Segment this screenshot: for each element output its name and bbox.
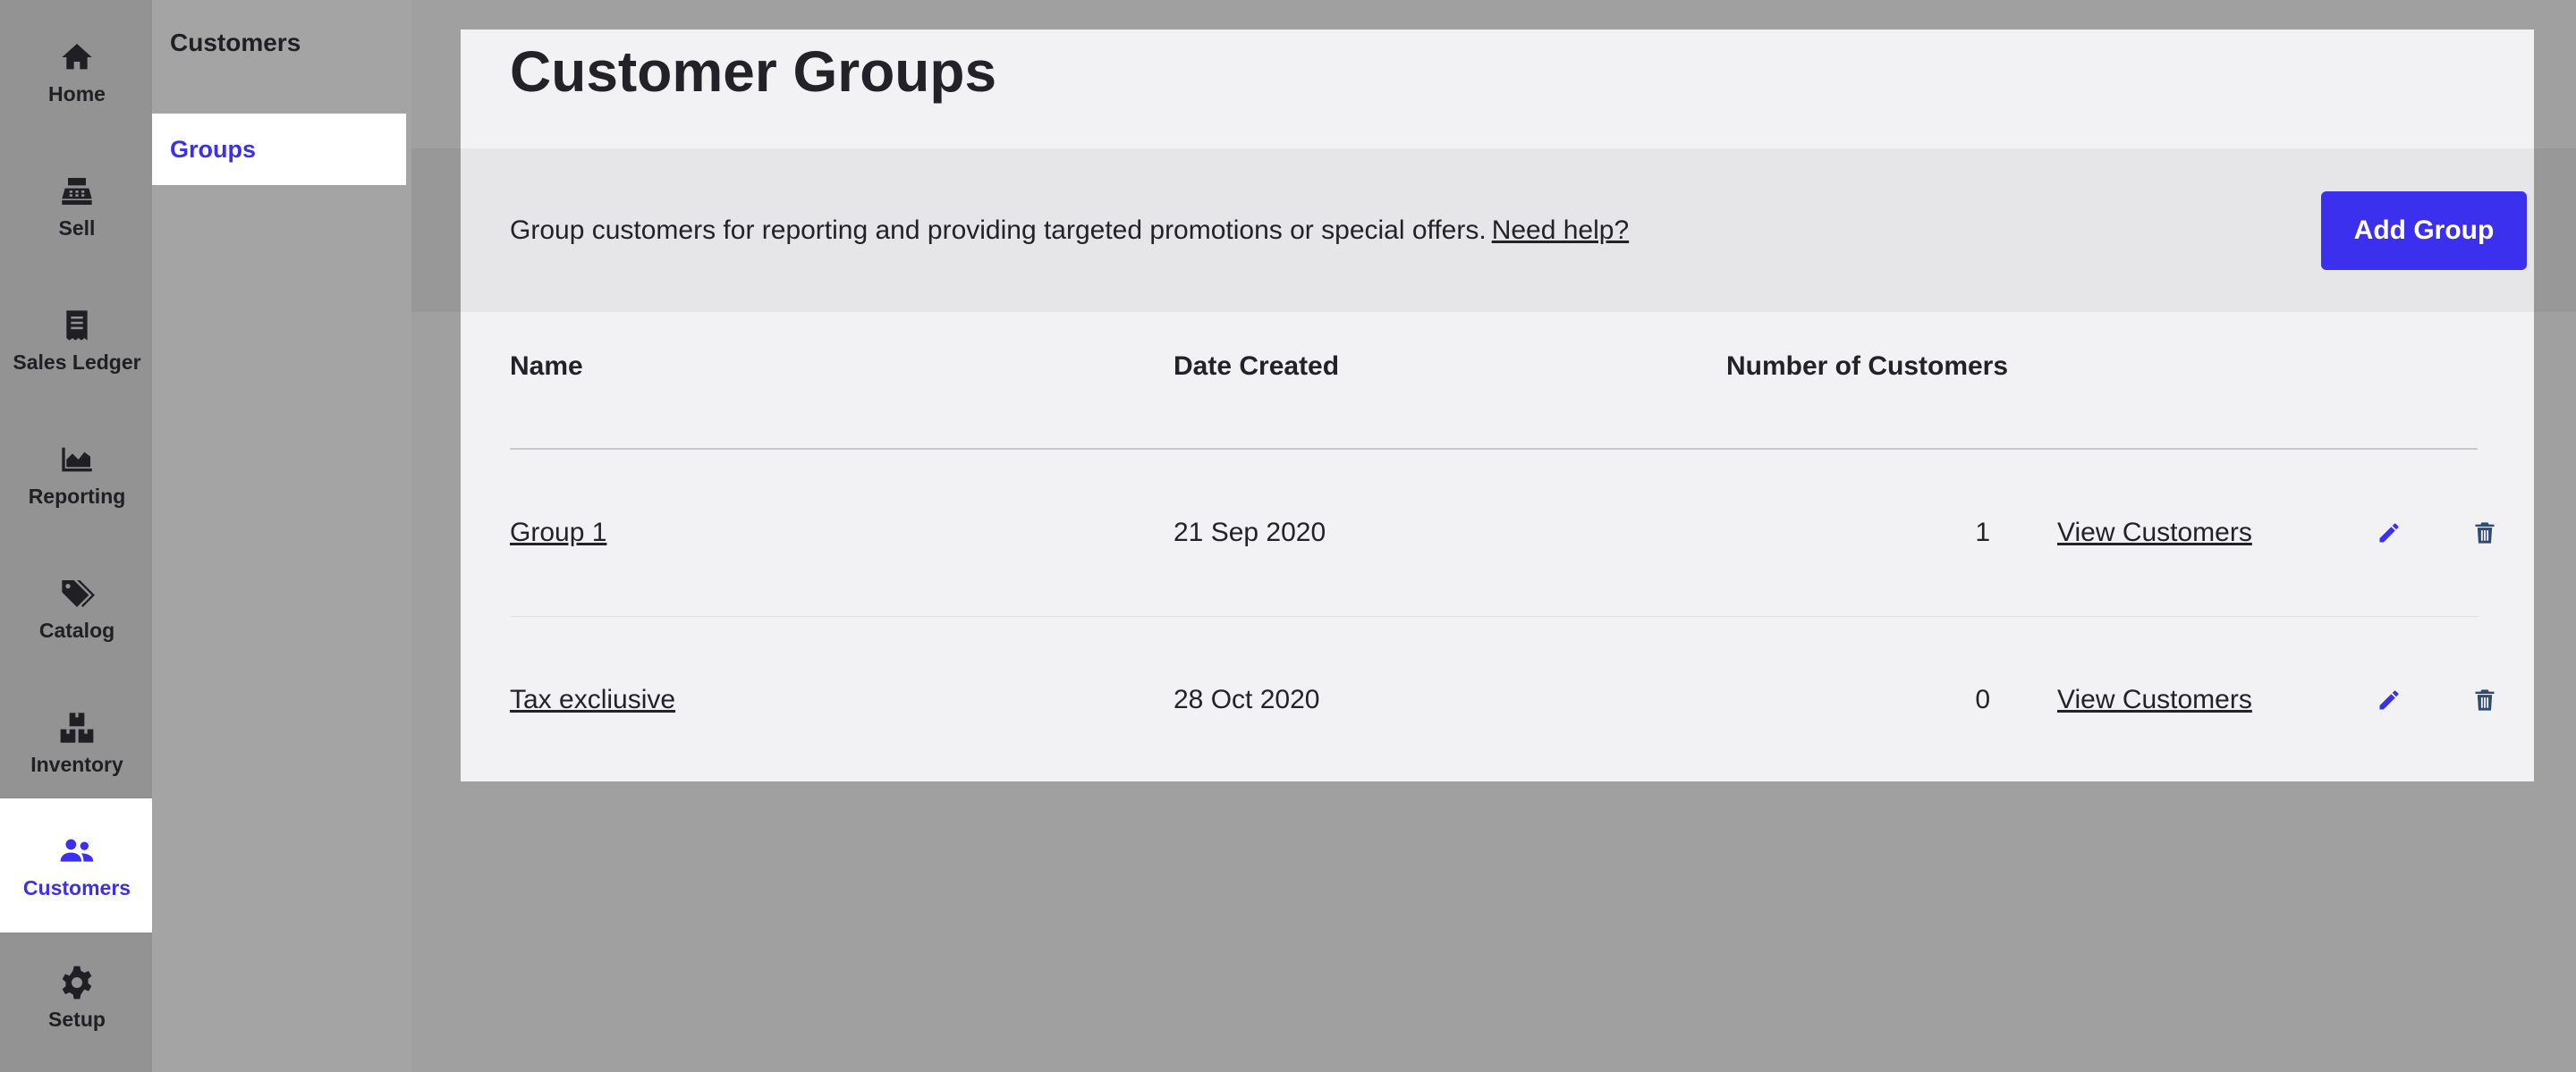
column-header-number-of-customers: Number of Customers	[1726, 351, 2009, 381]
table-row: Tax excliusive 28 Oct 2020 0 View Custom…	[510, 617, 2495, 783]
nav-item-home[interactable]: Home	[0, 4, 154, 139]
add-group-button[interactable]: Add Group	[2321, 191, 2527, 270]
nav-item-label: Customers	[22, 875, 131, 899]
page-description: Group customers for reporting and provid…	[510, 148, 1629, 312]
edit-group-button[interactable]	[2371, 617, 2407, 783]
register-icon	[57, 172, 97, 211]
trash-icon	[2475, 522, 2495, 544]
column-header-name: Name	[510, 351, 583, 381]
nav-item-label: Home	[48, 81, 106, 106]
nav-item-reporting[interactable]: Reporting	[0, 407, 154, 541]
table-row: Group 1 21 Sep 2020 1 View Customers	[510, 450, 2495, 616]
home-icon	[57, 38, 97, 77]
customer-count: 1	[1975, 518, 1990, 547]
nav-item-sell[interactable]: Sell	[0, 139, 154, 273]
subnav-item-groups[interactable]: Groups	[152, 114, 406, 185]
nav-item-label: Catalog	[38, 618, 115, 642]
nav-item-inventory[interactable]: Inventory	[0, 675, 154, 809]
customer-groups-card: Customer Groups Group customers for repo…	[461, 30, 2534, 781]
description-text: Group customers for reporting and provid…	[510, 215, 1487, 245]
nav-item-sales-ledger[interactable]: Sales Ledger	[0, 273, 154, 407]
boxes-icon	[57, 708, 97, 747]
view-customers-link[interactable]: View Customers	[2057, 617, 2252, 783]
date-created: 28 Oct 2020	[1174, 685, 1320, 714]
nav-item-label: Sell	[58, 215, 96, 240]
tags-icon	[57, 574, 97, 613]
customer-count: 0	[1975, 685, 1990, 714]
need-help-link[interactable]: Need help?	[1492, 215, 1629, 246]
view-customers-link[interactable]: View Customers	[2057, 450, 2252, 616]
receipt-icon	[57, 306, 97, 345]
secondary-nav: Customers Groups	[152, 0, 411, 1072]
group-name-link[interactable]: Tax excliusive	[510, 617, 675, 783]
main-content: Customer Groups Group customers for repo…	[411, 0, 2576, 1072]
pencil-icon	[2379, 523, 2399, 543]
delete-group-button[interactable]	[2467, 617, 2503, 783]
trash-icon	[2475, 689, 2495, 711]
primary-nav: Home Sell Sales Ledger Reporting Catalog…	[0, 0, 154, 1072]
nav-item-label: Inventory	[30, 752, 123, 776]
subnav-title: Customers	[170, 29, 301, 56]
users-icon	[57, 831, 97, 871]
nav-item-label: Sales Ledger	[13, 350, 141, 374]
nav-item-customers[interactable]: Customers	[0, 798, 154, 933]
area-chart-icon	[57, 440, 97, 479]
group-name-link[interactable]: Group 1	[510, 450, 606, 616]
nav-item-catalog[interactable]: Catalog	[0, 541, 154, 675]
gear-icon	[57, 963, 97, 1002]
nav-item-label: Reporting	[28, 484, 126, 508]
column-header-date-created: Date Created	[1174, 351, 1340, 381]
page-title: Customer Groups	[510, 39, 997, 104]
edit-group-button[interactable]	[2371, 450, 2407, 616]
nav-item-setup[interactable]: Setup	[0, 930, 154, 1064]
date-created: 21 Sep 2020	[1174, 518, 1326, 547]
info-bar: Group customers for reporting and provid…	[461, 148, 2534, 312]
delete-group-button[interactable]	[2467, 450, 2503, 616]
pencil-icon	[2379, 690, 2399, 710]
nav-item-label: Setup	[48, 1007, 106, 1031]
